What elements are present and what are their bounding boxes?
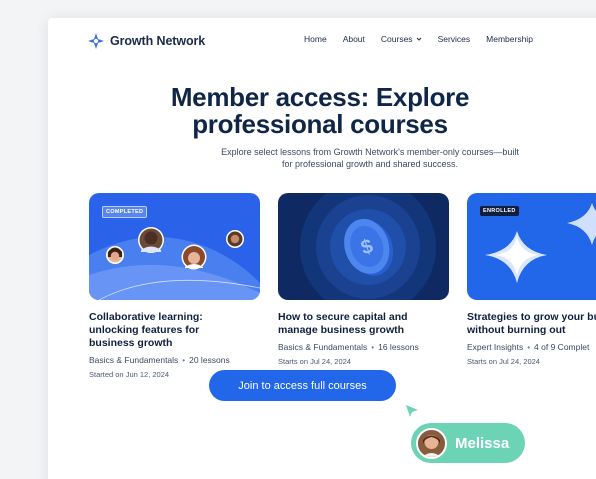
status-badge: ENROLLED [480, 206, 519, 216]
course-title[interactable]: How to secure capital and manage busines… [278, 311, 449, 337]
lesson-count: 20 lessons [189, 355, 230, 365]
course-thumbnail: $ [278, 193, 449, 300]
nav-item-services[interactable]: Services [438, 34, 471, 44]
course-title[interactable]: Strategies to grow your bu without burni… [467, 311, 596, 337]
brand-name: Growth Network [110, 34, 206, 48]
course-title-line: Collaborative learning: [89, 311, 203, 323]
avatar-4 [226, 230, 244, 248]
course-category: Basics & Fundamentals [278, 342, 368, 352]
lesson-count: 16 lessons [378, 342, 419, 352]
course-title-line: business growth [89, 337, 173, 349]
chevron-down-icon [416, 37, 421, 41]
course-category: Expert Insights [467, 342, 524, 352]
hero-subtitle-line1: Explore select lessons from Growth Netwo… [221, 147, 519, 157]
hero-subtitle: Explore select lessons from Growth Netwo… [198, 146, 542, 170]
course-thumbnail: ENROLLED [467, 193, 596, 300]
course-title[interactable]: Collaborative learning: unlocking featur… [89, 311, 260, 350]
avatar-3 [181, 244, 207, 270]
separator-dot: • [182, 355, 186, 365]
lesson-count: 4 of 9 Complet [534, 342, 590, 352]
user-avatar [416, 427, 447, 459]
course-title-line: Strategies to grow your bu [467, 311, 596, 323]
join-courses-button[interactable]: Join to access full courses [209, 370, 396, 401]
course-card-secure-capital[interactable]: $ How to secure capital and manage busin… [278, 193, 449, 366]
nav-item-membership[interactable]: Membership [486, 34, 533, 44]
course-meta: Basics & Fundamentals • 16 lessons [278, 342, 449, 352]
course-category: Basics & Fundamentals [89, 355, 179, 365]
nav-item-courses[interactable]: Courses [381, 34, 422, 44]
hero-title: Member access: Explore professional cour… [48, 84, 592, 138]
nav-item-home[interactable]: Home [304, 34, 327, 44]
cursor-pointer-icon [406, 405, 418, 417]
course-card-collaborative-learning[interactable]: COMPLETED Collaborative learning: unlock… [89, 193, 260, 379]
course-card-grow-strategies[interactable]: ENROLLED Strategies to grow your bu with… [467, 193, 596, 366]
coin-illustration: $ [278, 193, 449, 300]
course-title-line: How to secure capital and [278, 311, 408, 323]
user-name: Melissa [455, 434, 510, 452]
brand-logo[interactable]: Growth Network [88, 33, 205, 49]
main-nav: Home About Courses Services Membership [304, 34, 549, 44]
course-date: Starts on Jul 24, 2024 [467, 357, 540, 366]
course-title-line: without burning out [467, 324, 566, 336]
avatar-1 [106, 246, 124, 264]
course-meta: Expert Insights • 4 of 9 Complet [467, 342, 596, 352]
course-date: Starts on Jul 24, 2024 [278, 357, 351, 366]
hero-subtitle-line2: for professional growth and shared succe… [281, 159, 459, 169]
course-title-line: unlocking features for [89, 324, 200, 336]
course-meta: Basics & Fundamentals • 20 lessons [89, 355, 260, 365]
separator-dot: • [371, 342, 375, 352]
separator-dot: • [527, 342, 531, 352]
hero-title-line1: Member access: Explore [170, 82, 470, 112]
avatar-2 [138, 227, 164, 253]
nav-item-about[interactable]: About [343, 34, 365, 44]
status-badge: COMPLETED [102, 206, 148, 218]
logo-mark-icon [88, 33, 104, 49]
page-container: Growth Network Home About Courses Servic… [48, 18, 596, 479]
cursor-user-tag: Melissa [411, 423, 525, 463]
hero-title-line2: professional courses [192, 109, 448, 139]
course-thumbnail: COMPLETED [89, 193, 260, 300]
course-title-line: manage business growth [278, 324, 405, 336]
nav-item-courses-label: Courses [380, 34, 413, 44]
